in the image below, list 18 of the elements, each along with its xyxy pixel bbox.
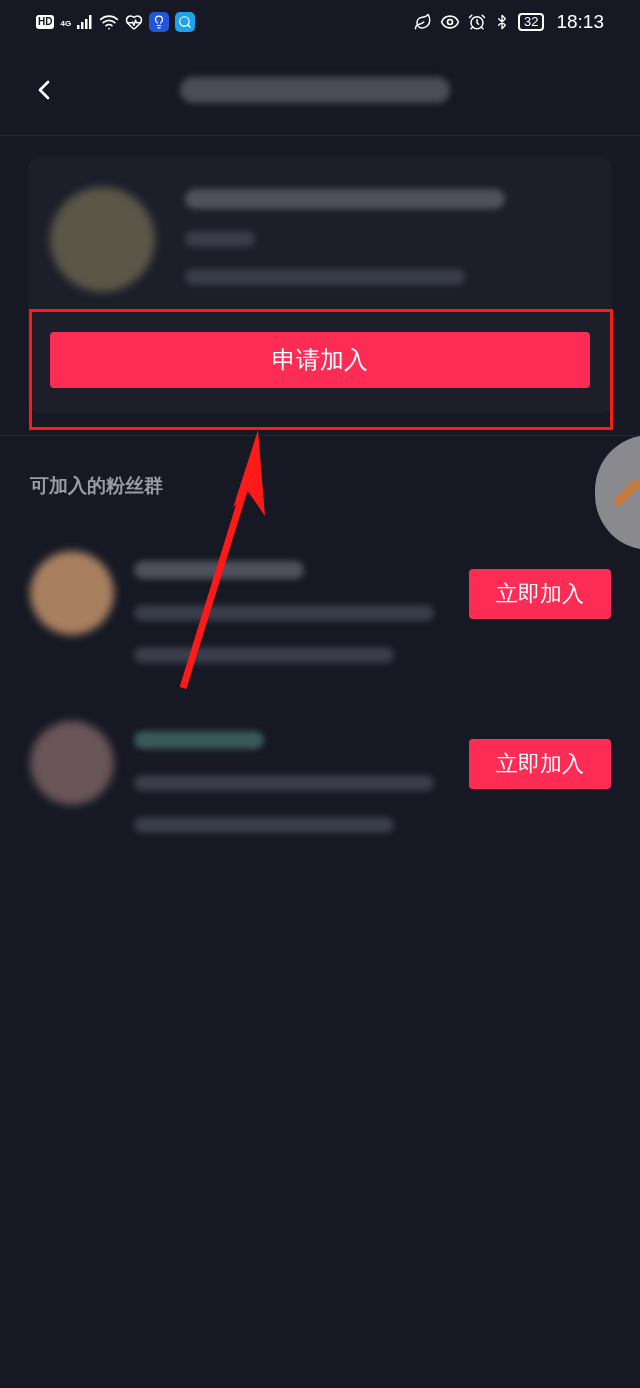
alarm-icon: [468, 13, 486, 31]
eye-icon: [440, 12, 460, 32]
status-time: 18:13: [556, 9, 604, 34]
section-title: 可加入的粉丝群: [30, 475, 163, 496]
lightbulb-app-icon: [149, 12, 170, 32]
apply-join-button[interactable]: 申请加入: [50, 332, 590, 388]
hd-badge: HD: [36, 15, 55, 29]
battery-indicator: 32: [518, 13, 545, 31]
leaf-icon: [414, 13, 432, 31]
network-type: 4G: [60, 20, 72, 28]
join-now-button[interactable]: 立即加入: [469, 738, 611, 789]
pencil-icon: [613, 478, 640, 507]
heart-icon: [125, 13, 144, 31]
blurred-text: [185, 231, 255, 247]
signal-icon: [77, 15, 94, 29]
join-now-button[interactable]: 立即加入: [469, 568, 611, 619]
search-app-icon: [175, 12, 196, 32]
wifi-icon: [99, 12, 120, 32]
